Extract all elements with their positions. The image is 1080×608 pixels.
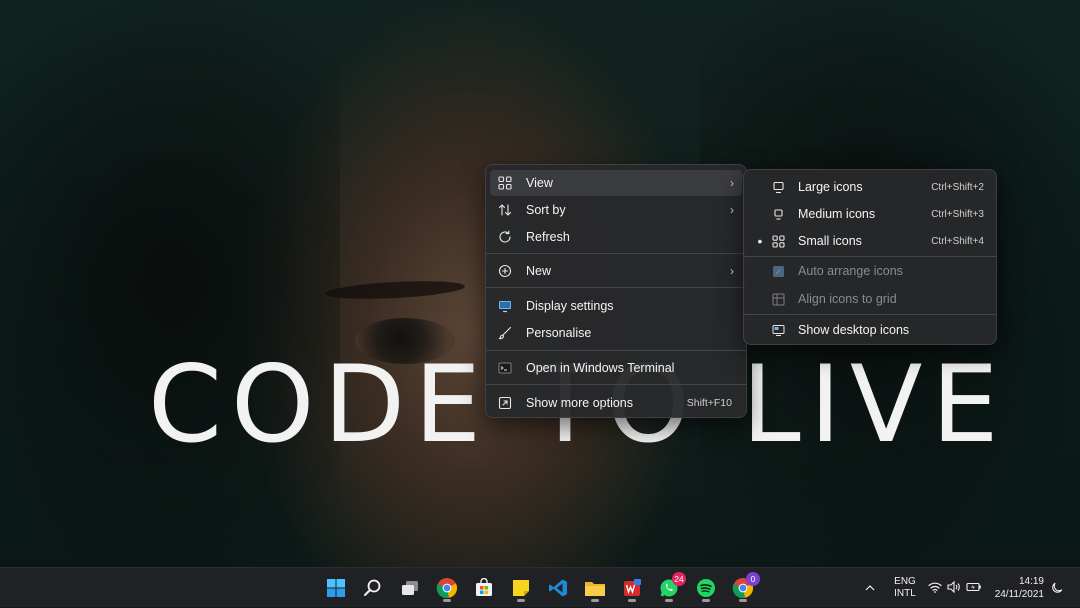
menu-item-label: Show more options — [526, 396, 634, 410]
submenu-item-shortcut: Ctrl+Shift+2 — [931, 181, 984, 193]
sticky-notes-icon[interactable] — [505, 573, 537, 603]
terminal-icon — [498, 361, 526, 375]
menu-item-refresh[interactable]: Refresh — [490, 224, 742, 250]
submenu-item-label: Small icons — [798, 234, 862, 248]
running-indicator — [739, 599, 747, 602]
menu-item-label: Open in Windows Terminal — [526, 361, 675, 375]
wallpaper-eyebrow — [324, 278, 466, 302]
running-indicator — [443, 599, 451, 602]
menu-item-new[interactable]: New › — [490, 258, 742, 284]
chevron-right-icon: › — [730, 203, 734, 217]
running-indicator — [517, 599, 525, 602]
submenu-item-shortcut: Ctrl+Shift+3 — [931, 208, 984, 220]
chevron-right-icon: › — [730, 176, 734, 190]
menu-item-label: Refresh — [526, 230, 570, 244]
notification-badge: 24 — [672, 572, 686, 586]
submenu-item-small-icons[interactable]: • Small icons Ctrl+Shift+4 — [748, 228, 992, 254]
selected-bullet-icon: • — [757, 233, 763, 249]
vscode-icon[interactable] — [542, 573, 574, 603]
submenu-item-label: Show desktop icons — [798, 323, 910, 337]
brush-icon — [498, 326, 526, 340]
menu-separator — [744, 256, 996, 257]
submenu-item-align-to-grid[interactable]: Align icons to grid — [748, 286, 992, 312]
menu-item-shortcut: Shift+F10 — [686, 397, 732, 409]
submenu-item-label: Large icons — [798, 180, 863, 194]
submenu-item-label: Auto arrange icons — [798, 264, 903, 278]
submenu-item-label: Align icons to grid — [798, 292, 897, 306]
chevron-up-icon — [865, 585, 875, 591]
menu-separator — [486, 384, 746, 385]
search-icon[interactable] — [357, 573, 389, 603]
chevron-right-icon: › — [730, 264, 734, 278]
battery-charging-icon — [966, 581, 982, 596]
align-grid-icon — [772, 293, 798, 306]
menu-item-view[interactable]: View › — [490, 170, 742, 196]
desktop-icon — [772, 324, 798, 337]
menu-item-display-settings[interactable]: Display settings — [490, 293, 742, 319]
plus-circle-icon — [498, 264, 526, 278]
menu-item-label: Personalise — [526, 326, 592, 340]
show-hidden-icons-button[interactable] — [864, 568, 876, 608]
submenu-item-label: Medium icons — [798, 207, 876, 221]
focus-assist-moon-icon[interactable] — [1051, 568, 1063, 608]
store-icon[interactable] — [468, 573, 500, 603]
volume-icon — [947, 580, 961, 596]
menu-separator — [744, 314, 996, 315]
menu-separator — [486, 350, 746, 351]
menu-item-open-terminal[interactable]: Open in Windows Terminal — [490, 355, 742, 381]
clock[interactable]: 14:19 24/11/2021 — [994, 568, 1044, 608]
chrome-icon[interactable] — [431, 573, 463, 603]
running-indicator — [665, 599, 673, 602]
submenu-item-show-desktop-icons[interactable]: Show desktop icons — [748, 317, 992, 343]
submenu-item-auto-arrange[interactable]: Auto arrange icons — [748, 258, 992, 284]
whatsapp-icon[interactable]: 24 — [653, 572, 686, 603]
menu-item-sort-by[interactable]: Sort by › — [490, 197, 742, 223]
wifi-icon — [928, 581, 942, 596]
menu-item-label: Display settings — [526, 299, 614, 313]
wps-office-icon[interactable] — [616, 573, 648, 603]
monitor-icon — [772, 181, 798, 194]
view-submenu: Large icons Ctrl+Shift+2 Medium icons Ct… — [743, 169, 997, 345]
desktop-context-menu: View › Sort by › Refresh New › Display s… — [485, 164, 747, 418]
menu-item-show-more-options[interactable]: Show more options Shift+F10 — [490, 390, 742, 416]
menu-item-label: New — [526, 264, 552, 278]
grid-icon — [772, 234, 798, 248]
chrome-profile-icon[interactable]: 0 — [727, 572, 760, 603]
menu-item-personalise[interactable]: Personalise — [490, 320, 742, 346]
spotify-icon[interactable] — [690, 573, 722, 603]
menu-item-label: Sort by — [526, 203, 566, 217]
quick-settings-button[interactable] — [928, 568, 982, 608]
monitor-icon — [772, 208, 798, 221]
refresh-icon — [498, 230, 526, 244]
grid-icon — [498, 176, 526, 190]
notification-badge: 0 — [746, 572, 760, 586]
clock-date: 24/11/2021 — [994, 589, 1044, 600]
expand-icon — [498, 396, 526, 410]
running-indicator — [702, 599, 710, 602]
windows-start-icon[interactable] — [320, 573, 352, 603]
menu-item-label: View — [526, 176, 553, 190]
auto-arrange-icon — [772, 265, 798, 278]
menu-separator — [486, 287, 746, 288]
submenu-item-medium-icons[interactable]: Medium icons Ctrl+Shift+3 — [748, 201, 992, 227]
taskbar: 24 0 ENG INTL 14:19 24/11/2021 — [0, 567, 1080, 607]
wallpaper-hair-left — [0, 0, 340, 567]
submenu-item-shortcut: Ctrl+Shift+4 — [931, 235, 984, 247]
clock-time: 14:19 — [1018, 576, 1044, 587]
input-language-indicator[interactable]: ENG INTL — [890, 568, 920, 608]
menu-separator — [486, 253, 746, 254]
running-indicator — [591, 599, 599, 602]
task-view-icon[interactable] — [394, 573, 426, 603]
submenu-item-large-icons[interactable]: Large icons Ctrl+Shift+2 — [748, 174, 992, 200]
language-code: ENG — [894, 576, 916, 587]
running-indicator — [628, 599, 636, 602]
sort-icon — [498, 203, 526, 217]
display-icon — [498, 299, 526, 313]
file-explorer-icon[interactable] — [579, 573, 611, 603]
keyboard-layout: INTL — [894, 588, 916, 599]
